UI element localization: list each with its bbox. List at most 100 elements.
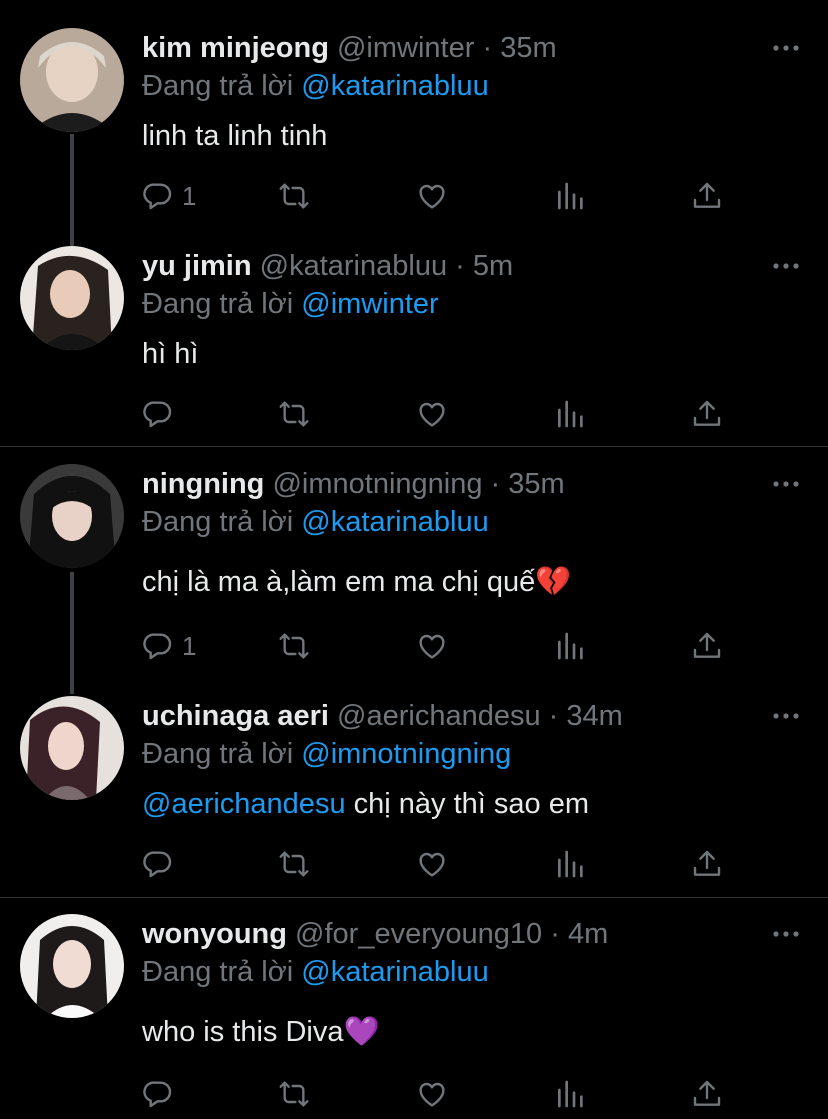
more-icon[interactable] xyxy=(772,928,800,940)
share-button[interactable] xyxy=(691,176,723,216)
like-button[interactable] xyxy=(416,1074,448,1114)
share-button[interactable] xyxy=(691,844,723,884)
share-button[interactable] xyxy=(691,626,723,666)
user-handle[interactable]: @imwinter xyxy=(337,32,474,64)
tweet-text: hì hì xyxy=(142,338,199,370)
user-handle[interactable]: @for_everyoung10 xyxy=(295,918,542,950)
share-button[interactable] xyxy=(691,1074,723,1114)
retweet-button[interactable] xyxy=(278,844,310,884)
retweet-button[interactable] xyxy=(278,176,310,216)
reply-button[interactable] xyxy=(142,394,174,434)
like-button[interactable] xyxy=(416,626,448,666)
replying-to-label: Đang trả lời xyxy=(142,506,294,538)
timestamp[interactable]: 35m xyxy=(500,32,556,64)
tweet-actions xyxy=(142,1074,742,1114)
more-icon[interactable] xyxy=(772,42,800,54)
more-icon[interactable] xyxy=(772,260,800,272)
display-name[interactable]: uchinaga aeri xyxy=(142,700,329,732)
separator-dot: · xyxy=(455,250,465,282)
analytics-button[interactable] xyxy=(554,626,586,666)
replying-to-mention[interactable]: @katarinabluu xyxy=(301,956,488,988)
reply-button[interactable] xyxy=(142,844,174,884)
replying-to-mention[interactable]: @imwinter xyxy=(301,288,438,320)
reply-button[interactable] xyxy=(142,1074,174,1114)
like-button[interactable] xyxy=(416,176,448,216)
reply-icon xyxy=(142,398,174,430)
timestamp[interactable]: 4m xyxy=(568,918,608,950)
replying-to: Đang trả lời @imwinter xyxy=(142,284,439,324)
share-icon xyxy=(691,398,723,430)
replying-to: Đang trả lời @katarinabluu xyxy=(142,502,489,542)
user-handle[interactable]: @katarinabluu xyxy=(260,250,447,282)
tweet-actions: 1 xyxy=(142,176,742,216)
analytics-icon xyxy=(554,630,586,662)
share-icon xyxy=(691,848,723,880)
avatar[interactable] xyxy=(20,914,124,1018)
divider xyxy=(0,897,828,898)
retweet-button[interactable] xyxy=(278,1074,310,1114)
like-icon xyxy=(416,180,448,212)
avatar[interactable] xyxy=(20,28,124,132)
reply-icon xyxy=(142,848,174,880)
analytics-icon xyxy=(554,180,586,212)
retweet-button[interactable] xyxy=(278,626,310,666)
user-handle[interactable]: @aerichandesu xyxy=(337,700,541,732)
reply-button[interactable]: 1 xyxy=(142,626,196,666)
replying-to-label: Đang trả lời xyxy=(142,956,294,988)
analytics-button[interactable] xyxy=(554,394,586,434)
tweet[interactable]: wonyoung @for_everyoung10 · 4m Đang trả … xyxy=(0,914,828,1119)
share-icon xyxy=(691,1078,723,1110)
analytics-button[interactable] xyxy=(554,844,586,884)
analytics-icon xyxy=(554,398,586,430)
replying-to-label: Đang trả lời xyxy=(142,288,294,320)
analytics-button[interactable] xyxy=(554,176,586,216)
retweet-icon xyxy=(278,180,310,212)
reply-count: 1 xyxy=(182,630,197,661)
tweet[interactable]: yu jimin @katarinabluu · 5m Đang trả lời… xyxy=(0,246,828,446)
avatar[interactable] xyxy=(20,464,124,568)
like-button[interactable] xyxy=(416,844,448,884)
tweet-text: who is this Diva💜 xyxy=(142,1016,380,1048)
user-handle[interactable]: @imnotningning xyxy=(272,468,482,500)
share-icon xyxy=(691,180,723,212)
replying-to-mention[interactable]: @imnotningning xyxy=(301,738,511,770)
timestamp[interactable]: 35m xyxy=(508,468,564,500)
replying-to-mention[interactable]: @katarinabluu xyxy=(301,70,488,102)
like-button[interactable] xyxy=(416,394,448,434)
tweet-text: chị là ma à,làm em ma chị quế💔 xyxy=(142,566,572,598)
tweet-actions xyxy=(142,394,742,434)
reply-icon xyxy=(142,180,174,212)
share-button[interactable] xyxy=(691,394,723,434)
replying-to: Đang trả lời @imnotningning xyxy=(142,734,511,774)
display-name[interactable]: wonyoung xyxy=(142,918,287,950)
replying-to-label: Đang trả lời xyxy=(142,70,294,102)
text-mention[interactable]: @aerichandesu xyxy=(142,788,346,820)
tweet-text: @aerichandesu chị này thì sao em xyxy=(142,784,589,824)
avatar[interactable] xyxy=(20,696,124,800)
like-icon xyxy=(416,630,448,662)
tweet[interactable]: uchinaga aeri @aerichandesu · 34m Đang t… xyxy=(0,696,828,896)
timestamp[interactable]: 34m xyxy=(566,700,622,732)
reply-icon xyxy=(142,1078,174,1110)
separator-dot: · xyxy=(548,700,559,732)
analytics-icon xyxy=(554,1078,586,1110)
retweet-button[interactable] xyxy=(278,394,310,434)
display-name[interactable]: kim minjeong xyxy=(142,32,329,64)
separator-dot: · xyxy=(490,468,501,500)
more-icon[interactable] xyxy=(772,478,800,490)
timestamp[interactable]: 5m xyxy=(473,250,513,282)
display-name[interactable]: yu jimin xyxy=(142,250,252,282)
replying-to: Đang trả lời @katarinabluu xyxy=(142,66,489,106)
tweet[interactable]: ningning @imnotningning · 35m Đang trả l… xyxy=(0,464,828,664)
reply-count: 1 xyxy=(182,180,197,211)
analytics-button[interactable] xyxy=(554,1074,586,1114)
divider xyxy=(0,446,828,447)
reply-button[interactable]: 1 xyxy=(142,176,196,216)
more-icon[interactable] xyxy=(772,710,800,722)
tweet-actions: 1 xyxy=(142,626,742,666)
like-icon xyxy=(416,848,448,880)
display-name[interactable]: ningning xyxy=(142,468,264,500)
replying-to-mention[interactable]: @katarinabluu xyxy=(301,506,488,538)
avatar[interactable] xyxy=(20,246,124,350)
tweet[interactable]: kim minjeong @imwinter · 35m Đang trả lờ… xyxy=(0,28,828,218)
